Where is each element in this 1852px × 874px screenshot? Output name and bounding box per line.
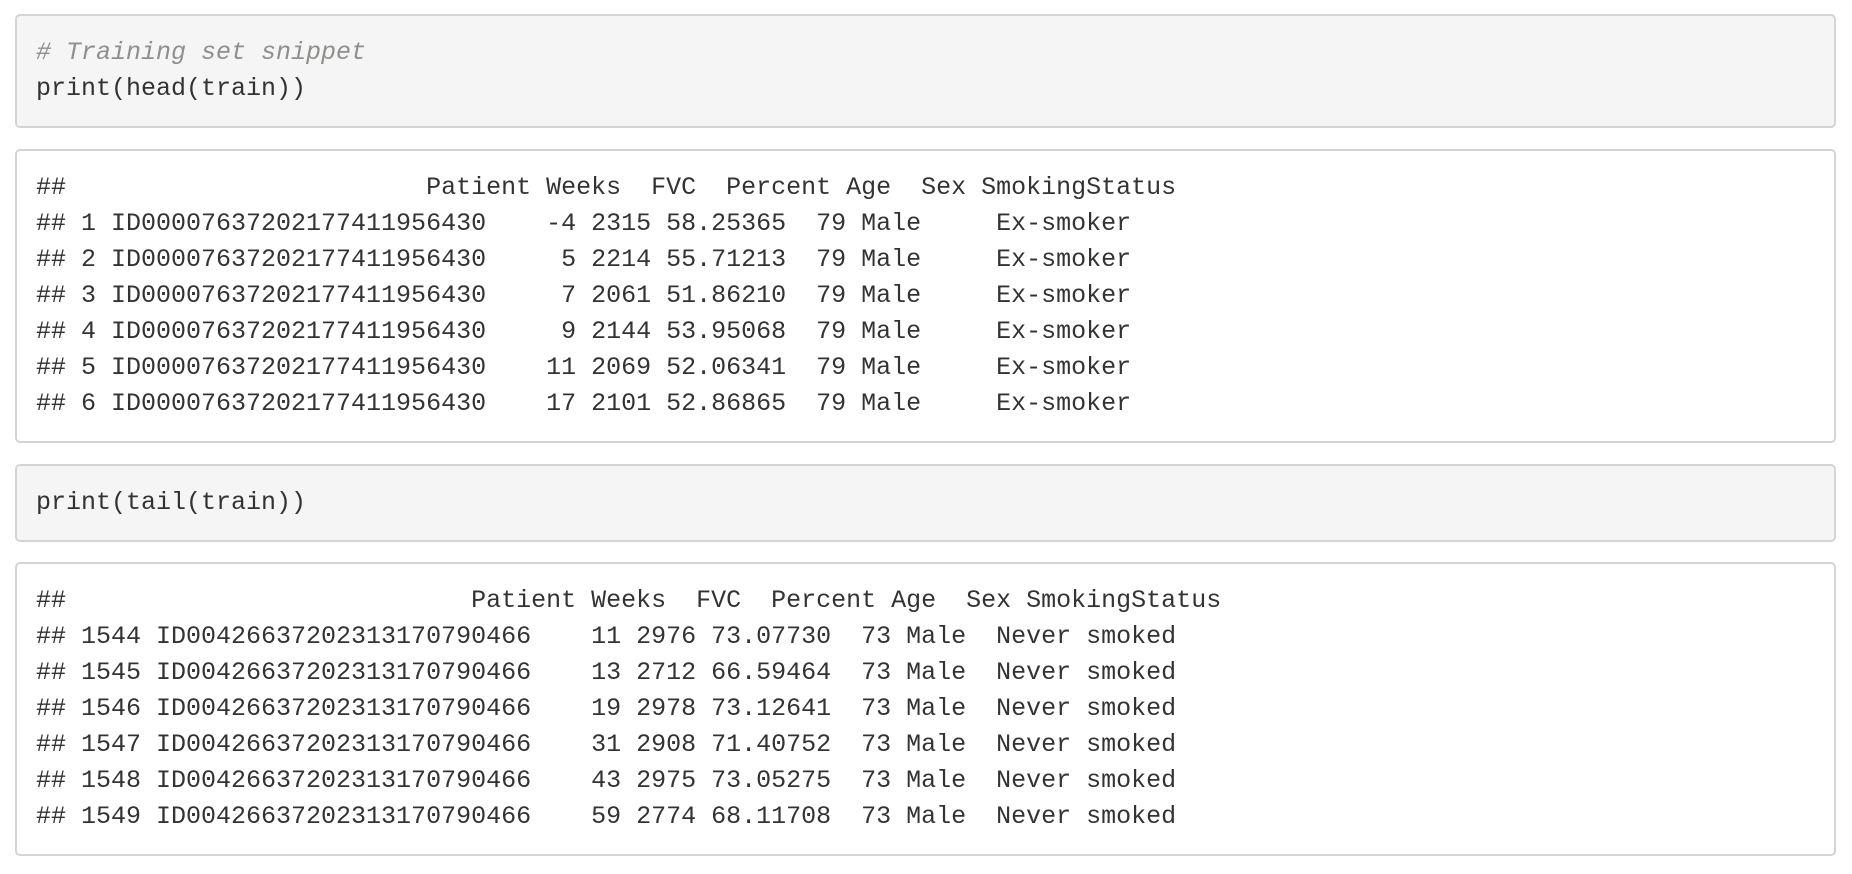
code-comment: # Training set snippet bbox=[36, 38, 367, 67]
code-block-tail: print(tail(train)) bbox=[15, 464, 1836, 542]
output-line: ## 1546 ID00426637202313170790466 19 297… bbox=[36, 694, 1177, 723]
output-line: ## 1549 ID00426637202313170790466 59 277… bbox=[36, 802, 1177, 831]
output-line: ## 6 ID00007637202177411956430 17 2101 5… bbox=[36, 389, 1132, 418]
output-line: ## 1548 ID00426637202313170790466 43 297… bbox=[36, 766, 1177, 795]
output-line: ## 1547 ID00426637202313170790466 31 290… bbox=[36, 730, 1177, 759]
output-line: ## 5 ID00007637202177411956430 11 2069 5… bbox=[36, 353, 1132, 382]
output-line: ## 1544 ID00426637202313170790466 11 297… bbox=[36, 622, 1177, 651]
code-line: print(tail(train)) bbox=[36, 488, 307, 517]
output-line: ## 4 ID00007637202177411956430 9 2144 53… bbox=[36, 317, 1132, 346]
output-block-head: ## Patient Weeks FVC Percent Age Sex Smo… bbox=[15, 149, 1836, 443]
code-line: print(head(train)) bbox=[36, 74, 307, 103]
output-line: ## 1545 ID00426637202313170790466 13 271… bbox=[36, 658, 1177, 687]
output-block-tail: ## Patient Weeks FVC Percent Age Sex Smo… bbox=[15, 562, 1836, 856]
output-line: ## 1 ID00007637202177411956430 -4 2315 5… bbox=[36, 209, 1132, 238]
code-block-head: # Training set snippet print(head(train)… bbox=[15, 14, 1836, 128]
output-line: ## 2 ID00007637202177411956430 5 2214 55… bbox=[36, 245, 1132, 274]
output-line: ## 3 ID00007637202177411956430 7 2061 51… bbox=[36, 281, 1132, 310]
output-header-line: ## Patient Weeks FVC Percent Age Sex Smo… bbox=[36, 586, 1222, 615]
output-header-line: ## Patient Weeks FVC Percent Age Sex Smo… bbox=[36, 173, 1177, 202]
